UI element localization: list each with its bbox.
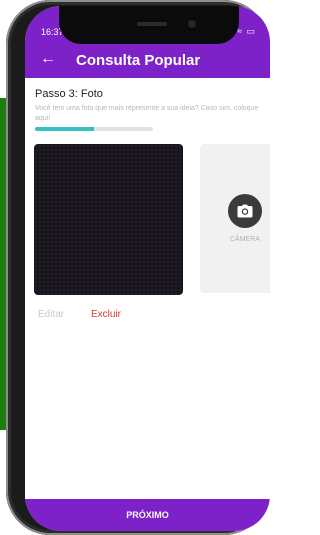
speaker bbox=[137, 22, 167, 26]
photo-preview[interactable] bbox=[34, 144, 183, 295]
camera-label: CÂMERA bbox=[230, 236, 260, 243]
camera-icon bbox=[237, 204, 253, 218]
edit-button[interactable]: Editar bbox=[38, 309, 64, 320]
delete-button[interactable]: Excluir bbox=[91, 309, 121, 320]
camera-button[interactable] bbox=[228, 194, 262, 228]
step-description: Você tem uma foto que mais represente a … bbox=[35, 105, 259, 122]
app-bar: ← Consulta Popular bbox=[25, 44, 270, 78]
front-camera-lens bbox=[188, 20, 196, 28]
page-title: Consulta Popular bbox=[76, 52, 201, 69]
phone-frame: 16:37 ⏱ ◐ .ıl ≈ ▭ ← Consulta Popular Pas… bbox=[6, 0, 270, 535]
main-content: Passo 3: Foto Você tem uma foto que mais… bbox=[25, 78, 270, 499]
arrow-left-icon[interactable]: ← bbox=[40, 51, 56, 67]
notch bbox=[59, 6, 239, 44]
phone-screen: 16:37 ⏱ ◐ .ıl ≈ ▭ ← Consulta Popular Pas… bbox=[25, 6, 270, 531]
progress-bar bbox=[35, 127, 153, 131]
camera-card[interactable]: CÂMERA bbox=[200, 144, 270, 293]
step-title: Passo 3: Foto bbox=[35, 88, 103, 100]
progress-fill bbox=[35, 127, 94, 131]
next-button[interactable]: PRÓXIMO bbox=[25, 499, 270, 531]
